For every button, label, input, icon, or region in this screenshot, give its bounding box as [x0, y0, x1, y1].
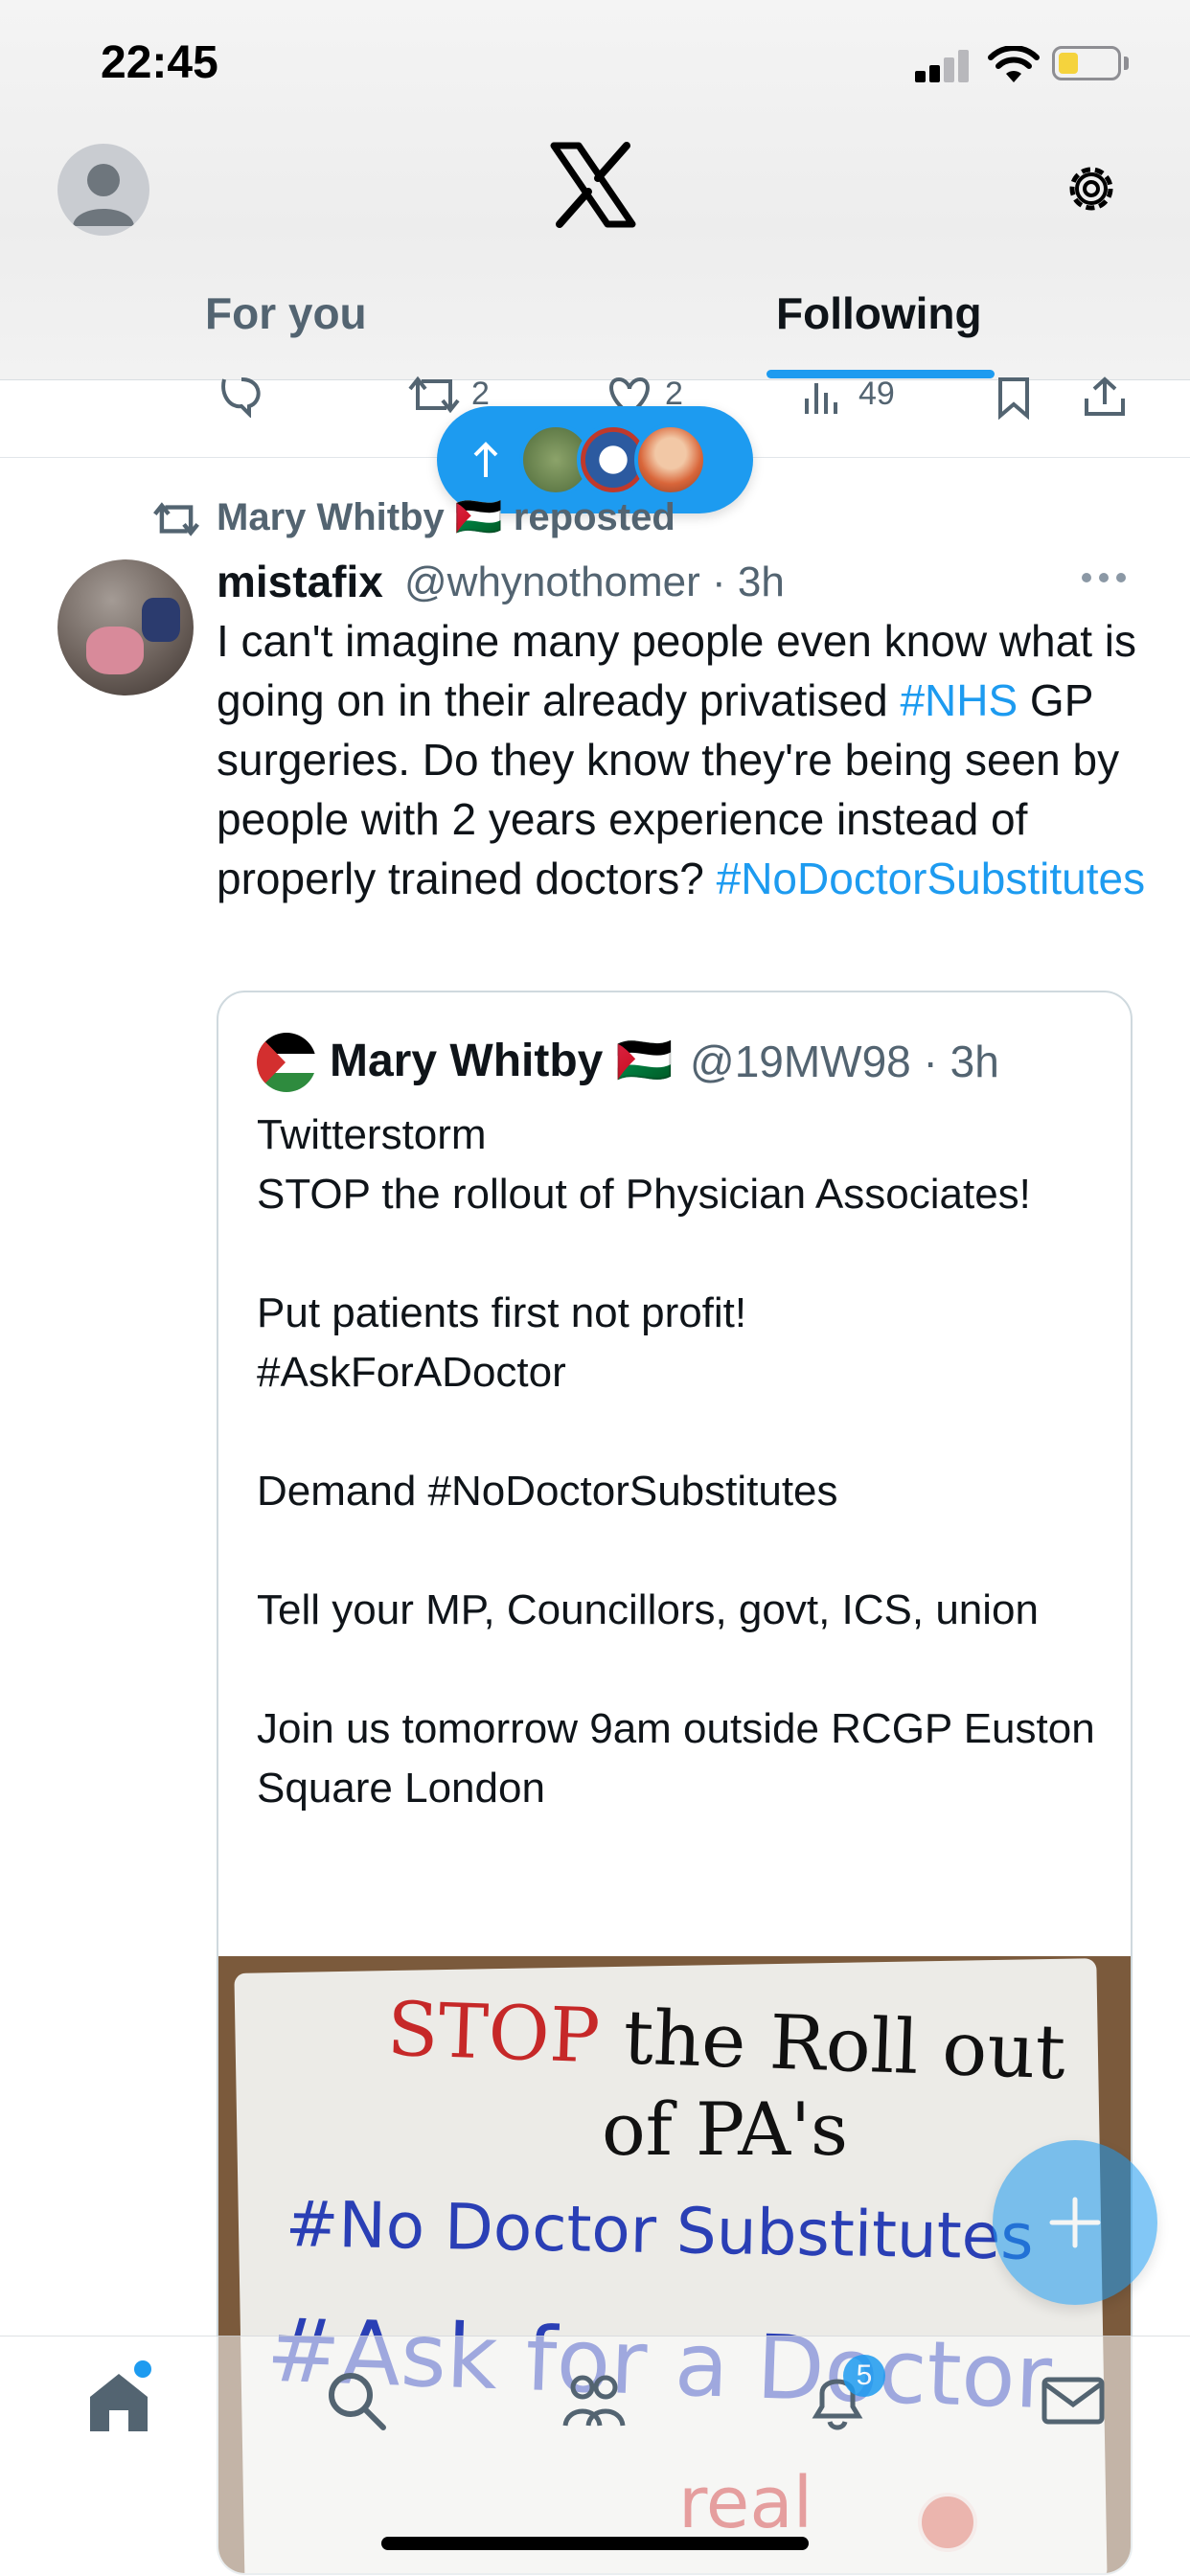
wifi-icon	[988, 46, 1040, 82]
avatar-detail	[142, 598, 180, 642]
banner-rollout: the Roll out	[598, 1994, 1067, 2097]
tab-following[interactable]: Following	[776, 287, 982, 339]
cellular-signal-icon	[915, 50, 971, 82]
quote-author-name: Mary Whitby 🇵🇸	[330, 1036, 674, 1086]
quote-text: Twitterstorm STOP the rollout of Physici…	[257, 1111, 1095, 1812]
author-name[interactable]: mistafix	[217, 556, 383, 607]
home-indicator	[381, 2537, 809, 2550]
repost-icon	[153, 502, 199, 536]
home-unread-dot	[134, 2360, 151, 2378]
tweet-text: I can't imagine many people even know wh…	[217, 611, 1156, 908]
arrow-up-icon	[473, 442, 498, 477]
banner-stop: STOP	[385, 1986, 602, 2081]
communities-icon[interactable]	[560, 2366, 629, 2435]
battery-tip	[1124, 57, 1129, 70]
notifications-badge: 5	[843, 2355, 885, 2397]
quote-author-avatar	[257, 1033, 316, 1092]
gear-icon[interactable]	[1062, 159, 1121, 218]
search-icon[interactable]	[322, 2366, 391, 2435]
repost-icon[interactable]	[408, 376, 460, 414]
banner-line-2: of PA's	[602, 2086, 848, 2172]
tab-for-you[interactable]: For you	[205, 287, 367, 339]
messages-envelope-icon[interactable]	[1039, 2366, 1108, 2435]
share-icon[interactable]	[1083, 376, 1127, 418]
profile-avatar-button[interactable]	[57, 144, 149, 236]
user-placeholder-icon	[73, 164, 134, 226]
compose-post-button[interactable]	[993, 2140, 1157, 2305]
hashtag-link[interactable]: #NHS	[900, 675, 1018, 725]
banner-line-3: #No Doctor Substitutes	[285, 2187, 1035, 2274]
status-time: 22:45	[101, 37, 218, 88]
views-icon[interactable]	[803, 379, 841, 416]
x-logo-icon[interactable]	[550, 142, 636, 228]
battery-icon	[1052, 46, 1121, 80]
repost-attribution[interactable]: Mary Whitby 🇵🇸 reposted	[217, 494, 675, 539]
author-handle-time[interactable]: @whynothomer · 3h	[404, 559, 785, 606]
avatar-detail	[86, 627, 144, 674]
views-count: 49	[858, 376, 895, 412]
hashtag-link[interactable]: #NoDoctorSubstitutes	[717, 854, 1145, 903]
author-avatar[interactable]	[57, 559, 194, 695]
palestine-flag-avatar	[257, 1033, 316, 1092]
pill-avatar-3	[634, 423, 707, 496]
bookmark-icon[interactable]	[996, 376, 1031, 420]
reply-icon[interactable]	[217, 376, 266, 418]
more-options-icon[interactable]	[1081, 571, 1127, 584]
quote-handle-time: @19MW98 · 3h	[690, 1037, 999, 1086]
plus-icon	[1049, 2197, 1101, 2248]
